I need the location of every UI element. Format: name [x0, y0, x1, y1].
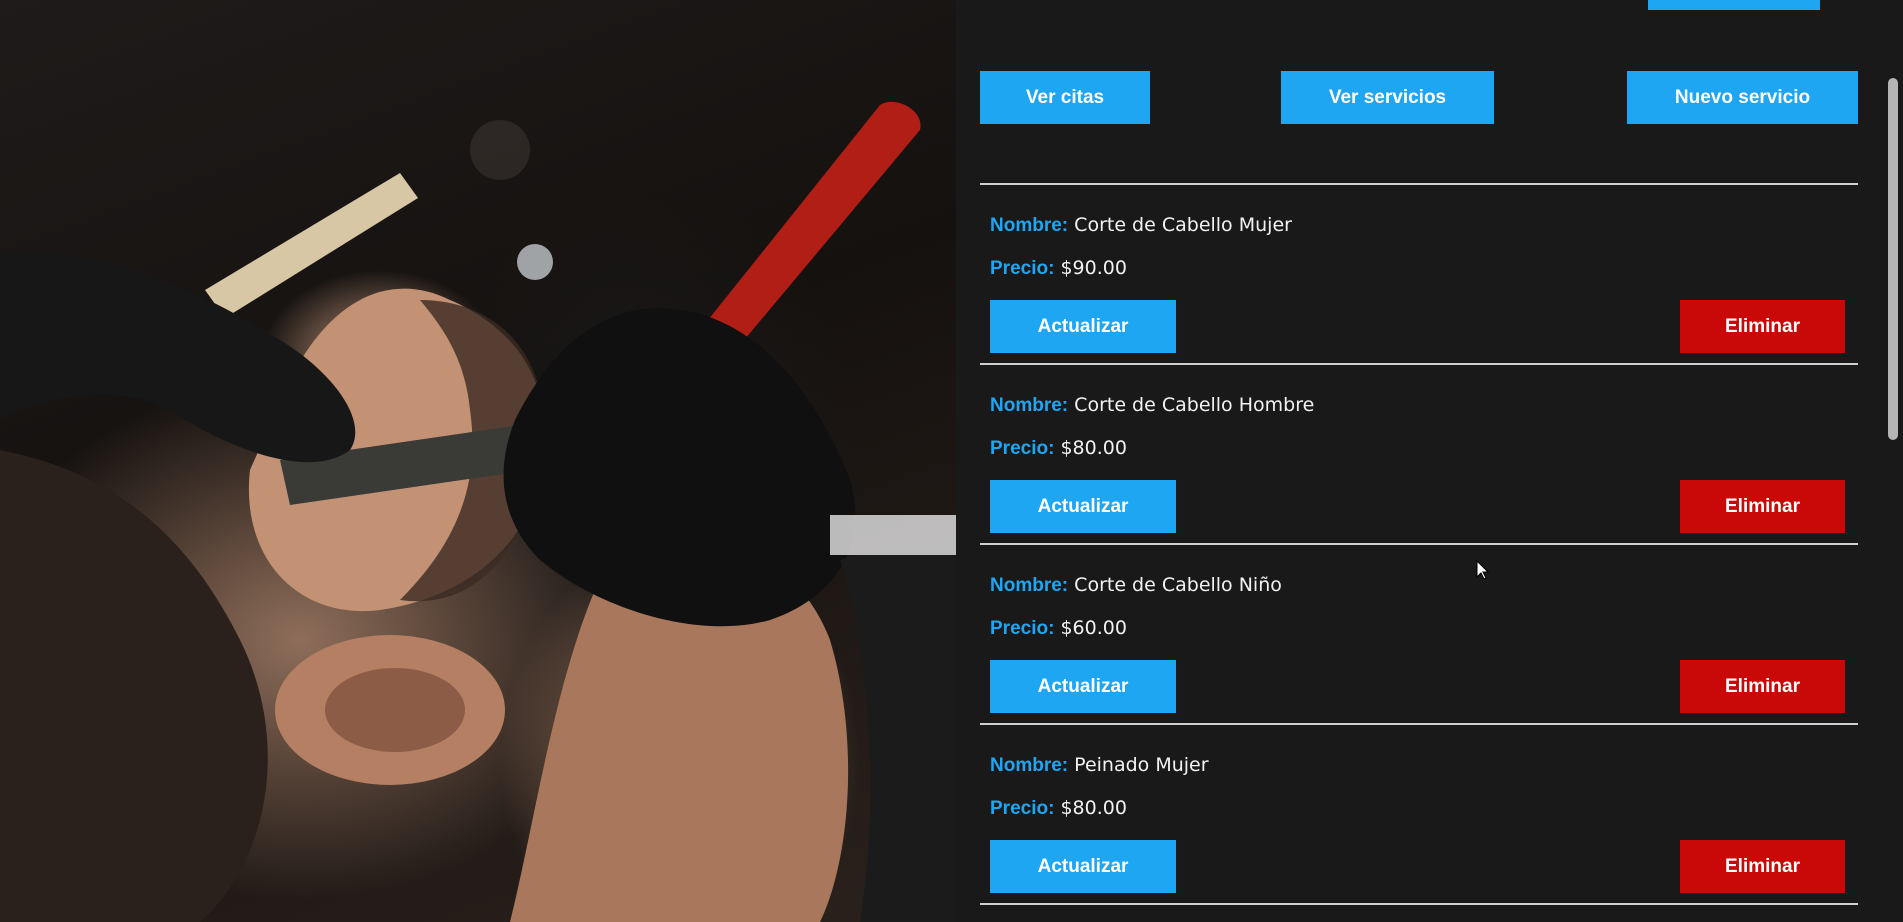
service-price-row: Precio: $60.00	[990, 617, 1127, 640]
eliminar-button[interactable]: Eliminar	[1680, 660, 1845, 713]
barber-shaving-illustration	[0, 101, 956, 922]
eliminar-button[interactable]: Eliminar	[1680, 300, 1845, 353]
service-price: $60.00	[1060, 617, 1127, 639]
service-name-row: Nombre: Corte de Cabello Mujer	[990, 214, 1292, 237]
service-price: $90.00	[1060, 257, 1127, 279]
eliminar-button[interactable]: Eliminar	[1680, 840, 1845, 893]
service-price: $80.00	[1060, 797, 1127, 819]
price-label: Precio:	[990, 258, 1055, 279]
service-card: Nombre: Corte de Cabello Mujer Precio: $…	[980, 184, 1858, 364]
price-label: Precio:	[990, 438, 1055, 459]
nuevo-servicio-button[interactable]: Nuevo servicio	[1627, 71, 1858, 124]
mouse-cursor-icon	[1476, 560, 1490, 580]
service-price-row: Precio: $80.00	[990, 437, 1127, 460]
name-label: Nombre:	[990, 395, 1069, 416]
top-partial-button[interactable]	[1648, 0, 1820, 10]
actualizar-button[interactable]: Actualizar	[990, 480, 1176, 533]
service-name-row: Nombre: Corte de Cabello Niño	[990, 574, 1282, 597]
service-price: $80.00	[1060, 437, 1127, 459]
scrollbar[interactable]	[1883, 0, 1903, 922]
price-label: Precio:	[990, 798, 1055, 819]
scrollbar-thumb[interactable]	[1888, 78, 1898, 440]
ver-servicios-button[interactable]: Ver servicios	[1281, 71, 1494, 124]
price-label: Precio:	[990, 618, 1055, 639]
service-name-row: Nombre: Peinado Mujer	[990, 754, 1209, 777]
actualizar-button[interactable]: Actualizar	[990, 840, 1176, 893]
actualizar-button[interactable]: Actualizar	[990, 660, 1176, 713]
services-admin-panel: Ver citas Ver servicios Nuevo servicio N…	[956, 0, 1903, 922]
name-label: Nombre:	[990, 755, 1069, 776]
service-divider	[980, 903, 1858, 905]
service-price-row: Precio: $80.00	[990, 797, 1127, 820]
eliminar-button[interactable]: Eliminar	[1680, 480, 1845, 533]
service-card: Nombre: Peinado Mujer Precio: $80.00 Act…	[980, 724, 1858, 904]
service-name: Peinado Mujer	[1074, 754, 1209, 776]
service-name: Corte de Cabello Mujer	[1074, 214, 1292, 236]
service-price-row: Precio: $90.00	[990, 257, 1127, 280]
service-card: Nombre: Corte de Cabello Niño Precio: $6…	[980, 544, 1858, 724]
ver-citas-button[interactable]: Ver citas	[980, 71, 1150, 124]
app-page: Ver citas Ver servicios Nuevo servicio N…	[0, 0, 1903, 922]
service-name-row: Nombre: Corte de Cabello Hombre	[990, 394, 1314, 417]
name-label: Nombre:	[990, 215, 1069, 236]
actualizar-button[interactable]: Actualizar	[990, 300, 1176, 353]
service-card: Nombre: Corte de Cabello Hombre Precio: …	[980, 364, 1858, 544]
hero-photo	[0, 0, 956, 922]
name-label: Nombre:	[990, 575, 1069, 596]
service-name: Corte de Cabello Hombre	[1074, 394, 1315, 416]
service-name: Corte de Cabello Niño	[1074, 574, 1282, 596]
